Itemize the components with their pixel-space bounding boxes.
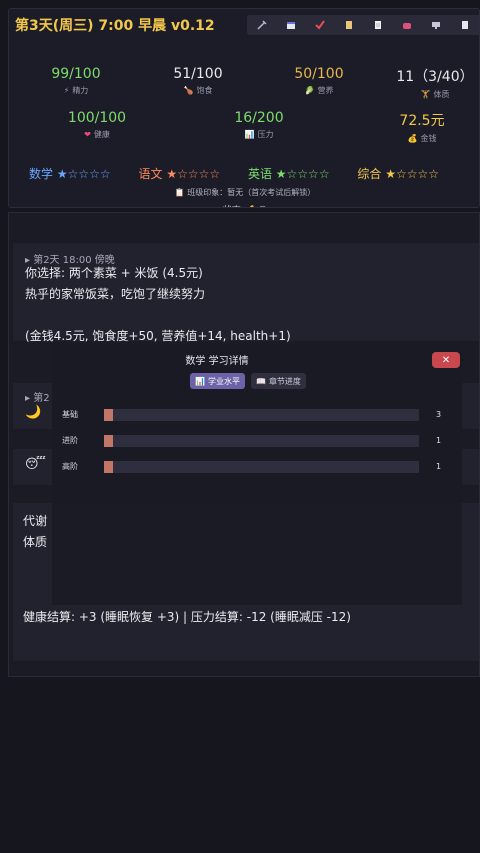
tab-chapter-progress[interactable]: 📖 章节进度 bbox=[250, 373, 306, 389]
state-indicator: 状态: 💪😊 bbox=[9, 203, 479, 207]
physique-label: 体质 bbox=[433, 90, 450, 99]
check-icon[interactable] bbox=[305, 15, 334, 35]
nutrition-label: 营养 bbox=[317, 86, 334, 95]
level-value: 1 bbox=[436, 436, 442, 445]
modal-backdrop bbox=[52, 493, 462, 605]
english-stars: ★☆☆☆☆ bbox=[275, 167, 330, 181]
log-line: 热乎的家常饭菜，吃饱了继续努力 bbox=[25, 287, 206, 301]
satiety-value: 51/100 bbox=[173, 66, 223, 82]
lightning-icon: ⚡ bbox=[63, 86, 70, 95]
toolbar bbox=[247, 15, 479, 35]
physique-value: 11（3/40） bbox=[396, 69, 474, 85]
chinese-stars: ★☆☆☆☆ bbox=[166, 167, 221, 181]
chart-icon: 📊 bbox=[244, 130, 255, 139]
stat-nutrition: 50/100 🥬 营养 bbox=[269, 66, 369, 96]
level-track bbox=[104, 409, 419, 421]
save-icon[interactable] bbox=[450, 15, 479, 35]
level-row-2: 高阶 1 bbox=[62, 461, 454, 473]
metabolism-line: 代谢 bbox=[23, 514, 48, 528]
close-icon: ✕ bbox=[441, 354, 451, 366]
health-value: 100/100 bbox=[67, 110, 127, 126]
stat-energy: 99/100 ⚡ 精力 bbox=[26, 66, 126, 96]
energy-label: 精力 bbox=[72, 86, 89, 95]
health-label: 健康 bbox=[93, 130, 110, 139]
status-panel: 第3天(周三) 7:00 早晨 v0.12 99/100 ⚡ 精力 51/100 … bbox=[8, 8, 480, 208]
subject-chinese[interactable]: 语文 ★☆☆☆☆ bbox=[138, 165, 220, 182]
entry-time[interactable]: ▸ 第2 bbox=[25, 389, 50, 404]
comprehensive-stars: ★☆☆☆☆ bbox=[385, 167, 440, 181]
calendar-icon[interactable] bbox=[276, 15, 305, 35]
level-track bbox=[104, 435, 419, 447]
level-track bbox=[104, 461, 419, 473]
tab-academic-level[interactable]: 📊 学业水平 bbox=[190, 373, 245, 389]
class-impression: 📋 班级印象：暂无（首次考试后解锁） bbox=[174, 188, 316, 197]
level-row-0: 基础 3 bbox=[62, 409, 454, 421]
book-icon: 📖 bbox=[255, 376, 266, 386]
level-row-1: 进阶 1 bbox=[62, 435, 454, 447]
stress-label: 压力 bbox=[257, 130, 274, 139]
modal-title: 数学 学习详情 bbox=[185, 356, 249, 367]
log-entry: ▸ 第2天 18:00 傍晚 你选择: 两个素菜 + 米饭 (4.5元) 热乎的… bbox=[13, 243, 479, 343]
heart-icon: ❤ bbox=[84, 130, 91, 139]
level-fill bbox=[104, 461, 114, 473]
log-line: 你选择: 两个素菜 + 米饭 (4.5元) bbox=[25, 266, 203, 280]
bag-icon[interactable] bbox=[392, 15, 421, 35]
level-value: 3 bbox=[436, 410, 442, 419]
satiety-label: 饱食 bbox=[196, 86, 213, 95]
level-fill bbox=[104, 409, 114, 421]
stat-health: 100/100 ❤ 健康 bbox=[47, 110, 147, 140]
scroll-icon[interactable] bbox=[334, 15, 363, 35]
moon-icon: 🌙 bbox=[25, 405, 42, 420]
stat-stress: 16/200 📊 压力 bbox=[209, 110, 309, 140]
moneybag-icon: 💰 bbox=[407, 134, 418, 143]
sleepy-face-icon: 😴 bbox=[25, 457, 46, 472]
physique-line: 体质 bbox=[23, 535, 48, 549]
money-label: 金钱 bbox=[420, 134, 437, 143]
stat-physique: 11（3/40） 🏋 体质 bbox=[385, 66, 479, 100]
level-label: 进阶 bbox=[62, 436, 78, 445]
monitor-icon[interactable] bbox=[421, 15, 450, 35]
close-button[interactable]: ✕ bbox=[432, 352, 460, 368]
level-label: 高阶 bbox=[62, 462, 78, 471]
subjects-row: 数学 ★☆☆☆☆ 语文 ★☆☆☆☆ 英语 ★☆☆☆☆ 综合 ★☆☆☆☆ bbox=[29, 165, 463, 182]
energy-value: 99/100 bbox=[51, 66, 101, 82]
drumstick-icon: 🍗 bbox=[183, 86, 194, 95]
money-value: 72.5元 bbox=[399, 113, 445, 129]
leaf-icon: 🥬 bbox=[304, 86, 315, 95]
chart-icon: 📊 bbox=[195, 376, 205, 386]
log-line: (金钱4.5元, 饱食度+50, 营养值+14, health+1) bbox=[25, 329, 291, 343]
subject-comprehensive[interactable]: 综合 ★☆☆☆☆ bbox=[357, 165, 439, 182]
subject-english[interactable]: 英语 ★☆☆☆☆ bbox=[248, 165, 330, 182]
dumbbell-icon: 🏋 bbox=[420, 90, 431, 99]
nutrition-value: 50/100 bbox=[294, 66, 344, 82]
modal-tabs: 📊 学业水平 📖 章节进度 bbox=[190, 373, 306, 389]
math-stars: ★☆☆☆☆ bbox=[56, 167, 111, 181]
stat-money: 72.5元 💰 金钱 bbox=[372, 110, 472, 144]
game-title: 第3天(周三) 7:00 早晨 v0.12 bbox=[15, 18, 215, 34]
syringe-icon[interactable] bbox=[247, 15, 276, 35]
level-value: 1 bbox=[436, 462, 442, 471]
stat-satiety: 51/100 🍗 饱食 bbox=[148, 66, 248, 96]
health-settlement-line: 健康结算: +3 (睡眠恢复 +3) | 压力结算: -12 (睡眠减压 -12… bbox=[23, 610, 351, 624]
document-icon[interactable] bbox=[363, 15, 392, 35]
stress-value: 16/200 bbox=[234, 110, 284, 126]
level-fill bbox=[104, 435, 114, 447]
study-detail-modal: 数学 学习详情 ✕ 📊 学业水平 📖 章节进度 基础 3 进阶 1 高阶 1 bbox=[52, 345, 462, 493]
subject-math[interactable]: 数学 ★☆☆☆☆ bbox=[29, 165, 111, 182]
level-label: 基础 bbox=[62, 410, 78, 419]
